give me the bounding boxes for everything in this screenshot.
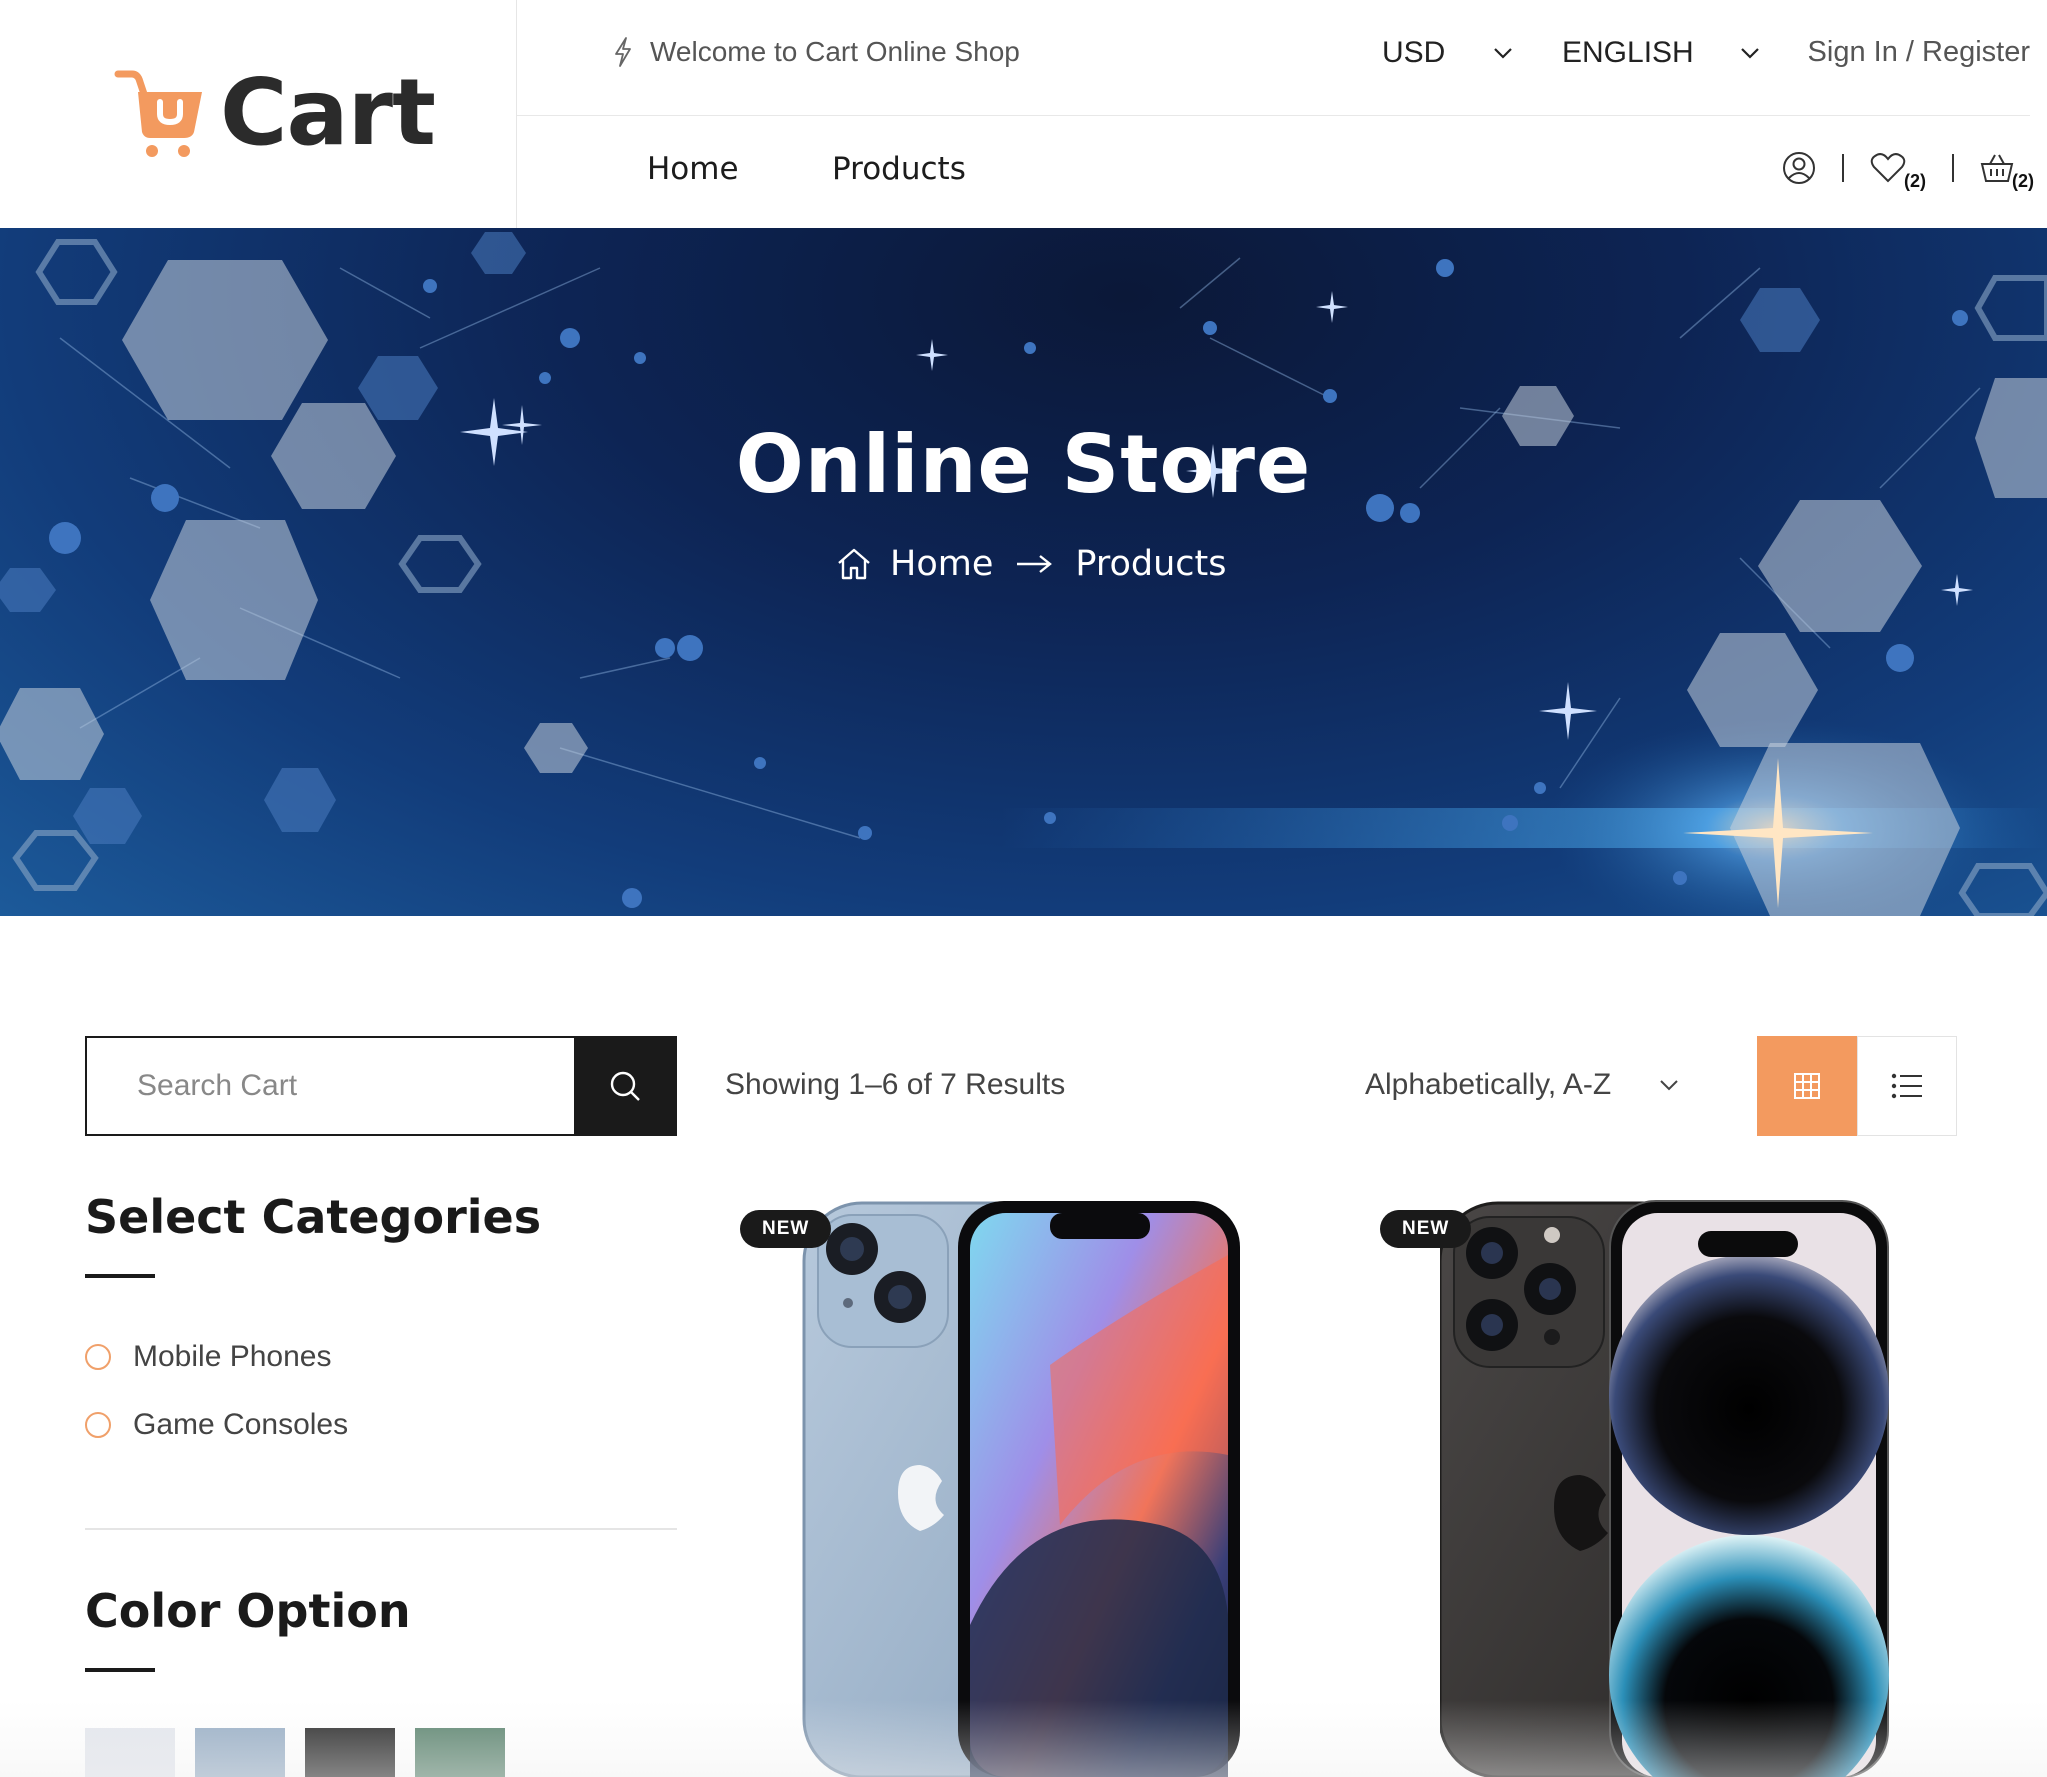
results-count: Showing 1–6 of 7 Results [725, 1068, 1066, 1101]
welcome-message: Welcome to Cart Online Shop [612, 36, 1020, 68]
basket-icon [1980, 154, 2014, 182]
list-icon [1891, 1073, 1922, 1099]
search-button[interactable] [574, 1038, 675, 1134]
search-icon [610, 1071, 640, 1101]
page-title: Online Store [735, 418, 1312, 511]
arrow-right-icon [1017, 555, 1053, 573]
heart-icon [1870, 153, 1906, 183]
sort-value: Alphabetically, A-Z [1365, 1068, 1612, 1101]
main-nav: Home Products (2) (2) [517, 117, 2047, 228]
product-image-black-pro-phone[interactable] [1440, 1195, 1920, 1777]
nav-products[interactable]: Products [832, 151, 966, 187]
breadcrumb: Home Products [836, 544, 1227, 584]
heading-underline [85, 1668, 155, 1672]
divider [1842, 154, 1844, 182]
color-swatch[interactable] [85, 1728, 175, 1777]
logo-text: Cart [220, 58, 436, 166]
breadcrumb-home[interactable]: Home [890, 544, 993, 584]
divider [1952, 154, 1954, 182]
product-card[interactable]: NEW [740, 1195, 1332, 1777]
category-game-consoles[interactable]: Game Consoles [85, 1408, 348, 1442]
top-bar: Welcome to Cart Online Shop USD ENGLISH … [517, 0, 2030, 116]
heading-underline [85, 1274, 155, 1278]
user-icon [1783, 152, 1815, 184]
breadcrumb-current: Products [1075, 544, 1227, 584]
color-swatch[interactable] [305, 1728, 395, 1777]
list-view-button[interactable] [1857, 1036, 1957, 1136]
site-header: Cart Welcome to Cart Online Shop USD ENG… [0, 0, 2047, 228]
logo-area: Cart [0, 0, 517, 228]
welcome-text: Welcome to Cart Online Shop [650, 36, 1020, 67]
category-label: Mobile Phones [133, 1340, 332, 1373]
search-input[interactable] [87, 1038, 574, 1134]
product-image-blue-phone[interactable] [800, 1195, 1280, 1777]
product-card[interactable]: NEW [1380, 1195, 1972, 1777]
nav-home[interactable]: Home [647, 151, 739, 187]
currency-dropdown[interactable]: USD [1382, 36, 1513, 70]
color-swatches [85, 1728, 525, 1777]
wishlist-count: (2) [1904, 171, 1926, 191]
color-swatch[interactable] [195, 1728, 285, 1777]
header-icons: (2) (2) [1782, 151, 2034, 191]
lightning-icon [615, 37, 631, 67]
logo[interactable]: Cart [114, 59, 436, 166]
color-option-heading: Color Option [85, 1584, 411, 1638]
new-badge: NEW [1380, 1210, 1472, 1248]
signin-register-link[interactable]: Sign In / Register [1808, 36, 2030, 69]
home-icon [838, 548, 870, 580]
cart-count: (2) [2012, 171, 2034, 191]
chevron-down-icon [1660, 1080, 1678, 1091]
language-dropdown[interactable]: ENGLISH [1562, 36, 1760, 70]
account-button[interactable] [1782, 151, 1816, 185]
new-badge: NEW [740, 1210, 832, 1248]
wishlist-button[interactable]: (2) [1870, 152, 1926, 191]
grid-view-button[interactable] [1757, 1036, 1857, 1136]
hero-banner: Online Store Home Products [0, 228, 2047, 916]
radio-button[interactable] [85, 1412, 111, 1438]
currency-value: USD [1382, 36, 1446, 69]
grid-icon [1794, 1073, 1820, 1099]
category-label: Game Consoles [133, 1408, 349, 1441]
radio-button[interactable] [85, 1344, 111, 1370]
category-mobile-phones[interactable]: Mobile Phones [85, 1340, 331, 1374]
sort-dropdown[interactable]: Alphabetically, A-Z [1365, 1068, 1679, 1102]
cart-logo-icon [114, 70, 202, 157]
search-box [85, 1036, 677, 1136]
chevron-down-icon [1740, 48, 1759, 59]
language-value: ENGLISH [1562, 36, 1694, 69]
chevron-down-icon [1494, 48, 1513, 59]
cart-button[interactable]: (2) [1980, 152, 2034, 191]
color-swatch[interactable] [415, 1728, 505, 1777]
sidebar-divider [85, 1528, 677, 1530]
categories-heading: Select Categories [85, 1190, 542, 1244]
